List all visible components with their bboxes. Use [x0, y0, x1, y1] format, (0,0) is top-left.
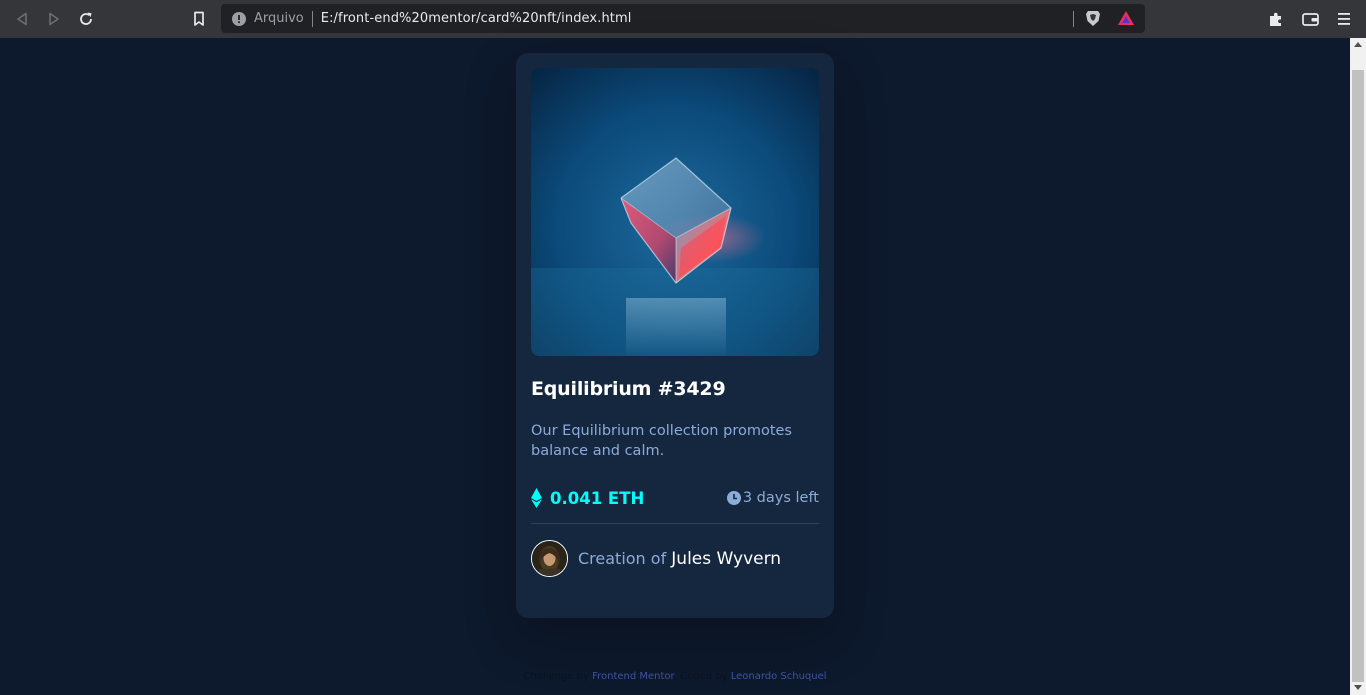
bookmark-button[interactable]: [188, 8, 210, 30]
bookmark-icon: [194, 11, 204, 26]
extensions-button[interactable]: [1265, 8, 1287, 30]
forward-button[interactable]: [43, 8, 65, 30]
time-left-value: 3 days left: [742, 490, 819, 506]
price: 0.041 ETH: [531, 488, 644, 508]
frontend-mentor-link[interactable]: Frontend Mentor: [592, 671, 674, 682]
attribution: Challenge by Frontend Mentor. Coded by L…: [0, 671, 1350, 682]
scroll-down-arrow-icon[interactable]: [1354, 685, 1362, 690]
nft-image[interactable]: [531, 68, 819, 356]
nft-card: Equilibrium #3429 Our Equilibrium collec…: [516, 53, 834, 618]
url-text[interactable]: E:/front-end%20mentor/card%20nft/index.h…: [321, 11, 632, 26]
back-icon: [17, 12, 27, 26]
forward-icon: [49, 12, 59, 26]
menu-button[interactable]: [1333, 8, 1355, 30]
address-bar[interactable]: Arquivo E:/front-end%20mentor/card%20nft…: [221, 4, 1145, 33]
menu-icon: [1338, 13, 1350, 25]
reload-button[interactable]: [75, 8, 97, 30]
nft-description: Our Equilibrium collection promotes bala…: [531, 423, 792, 459]
info-icon[interactable]: [232, 11, 246, 26]
equilibrium-cube-image: [531, 68, 819, 356]
coded-text: . Coded by: [673, 671, 728, 682]
wallet-icon: [1301, 13, 1319, 26]
brave-rewards-icon[interactable]: [1117, 10, 1135, 26]
scrollbar-thumb[interactable]: [1352, 70, 1364, 682]
page-scrollbar[interactable]: [1350, 38, 1366, 695]
brave-shield-icon[interactable]: [1085, 10, 1101, 27]
challenge-text: Challenge by: [523, 671, 589, 682]
card-divider: [531, 523, 819, 524]
creator-text: Creation of Jules Wyvern: [578, 549, 781, 569]
nft-title[interactable]: Equilibrium #3429: [531, 378, 819, 400]
creator-prefix: Creation of: [578, 548, 667, 568]
scroll-up-arrow-icon[interactable]: [1354, 42, 1362, 47]
url-security-label: Arquivo: [254, 11, 304, 26]
creator-name[interactable]: Jules Wyvern: [671, 549, 781, 569]
time-left: 3 days left: [726, 490, 819, 506]
reload-icon: [80, 12, 92, 25]
url-right-separator: [1073, 11, 1074, 27]
browser-toolbar: Arquivo E:/front-end%20mentor/card%20nft…: [0, 0, 1366, 38]
nft-stats: 0.041 ETH 3 days left: [531, 486, 819, 510]
clock-icon: [726, 491, 741, 505]
author-link[interactable]: Leonardo Schuquel: [731, 671, 827, 682]
creator: Creation of Jules Wyvern: [531, 540, 819, 577]
avatar: [531, 540, 568, 577]
url-separator: [311, 10, 313, 27]
back-button[interactable]: [11, 8, 33, 30]
ethereum-icon: [531, 488, 542, 508]
price-value: 0.041 ETH: [550, 488, 645, 508]
creator-avatar-image: [532, 541, 567, 576]
wallet-button[interactable]: [1299, 8, 1321, 30]
extensions-icon: [1270, 12, 1281, 26]
